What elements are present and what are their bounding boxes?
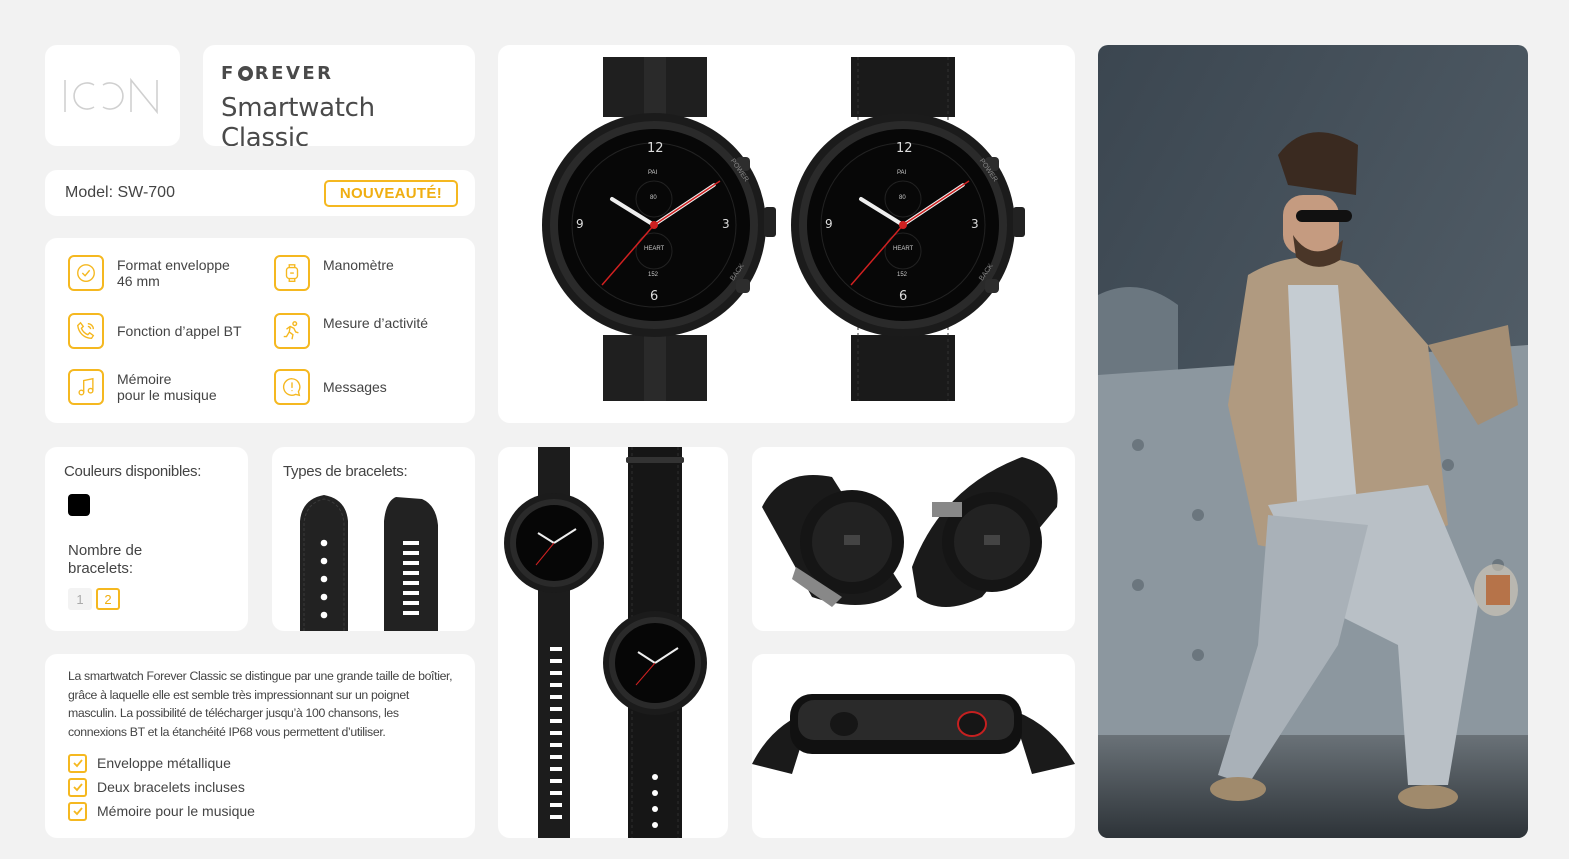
watch-face-label: 6: [650, 289, 659, 304]
check-label: Mémoire pour le musique: [97, 803, 255, 819]
description-card: La smartwatch Forever Classic se disting…: [45, 654, 475, 838]
side-watch-image: [752, 654, 1075, 838]
watch-face-label: 9: [576, 217, 584, 231]
lifestyle-photo: [1098, 45, 1528, 838]
check-item: Deux bracelets incluses: [68, 775, 457, 799]
watch-face-label: 9: [825, 217, 833, 231]
feature-label: Format enveloppe 46 mm: [117, 257, 230, 289]
music-note-icon: [68, 369, 104, 405]
feature-music: Mémoire pour le musique: [68, 369, 217, 405]
strap-types-title: Types de bracelets:: [283, 463, 408, 480]
check-list: Enveloppe métallique Deux bracelets incl…: [68, 751, 457, 823]
watch-face-label: PAI: [897, 170, 907, 176]
watch-check-icon: [68, 255, 104, 291]
brand-o-mark-icon: [237, 65, 253, 81]
feature-activity: Mesure d’activité: [274, 313, 428, 349]
watch-face-label: 152: [648, 272, 659, 278]
feature-label: Messages: [323, 379, 387, 395]
message-icon: [274, 369, 310, 405]
running-icon: [274, 313, 310, 349]
strap-count-option-1[interactable]: 1: [68, 588, 92, 610]
feature-barometer: Manomètre: [274, 255, 394, 291]
watch-gauge-icon: [274, 255, 310, 291]
leather-strap-icon: [300, 495, 348, 631]
checkmark-icon: [68, 777, 87, 797]
watch-face-label: 80: [650, 195, 657, 201]
title-card: F REVER Smartwatch Classic: [203, 45, 475, 146]
watch-face-label: 80: [899, 195, 906, 201]
feature-messages: Messages: [274, 369, 387, 405]
back-watches-image: [752, 447, 1075, 631]
strap-count-options: 1 2: [68, 588, 229, 610]
watch-face-label: HEART: [893, 246, 914, 252]
hanging-watches-image: [498, 447, 728, 838]
hero-watches-image: 12 6 9 3 PAI 80 HEART 152 POWER BACK 12 …: [498, 45, 1075, 423]
check-item: Mémoire pour le musique: [68, 799, 457, 823]
feature-label: Mémoire pour le musique: [117, 371, 217, 403]
silicone-strap-icon: [384, 497, 438, 631]
watch-face-label: 3: [722, 217, 730, 231]
description-text: La smartwatch Forever Classic se disting…: [68, 669, 453, 739]
features-card: Format enveloppe 46 mm Manomètre Fonctio…: [45, 238, 475, 423]
watch-face-label: 12: [647, 141, 664, 156]
watch-face-label: 12: [896, 141, 913, 156]
watch-face-label: 152: [897, 272, 908, 278]
check-label: Enveloppe métallique: [97, 755, 231, 771]
new-badge: NOUVEAUTÉ!: [323, 179, 458, 207]
checkmark-icon: [68, 753, 87, 773]
model-card: Model: SW-700 NOUVEAUTÉ!: [45, 170, 475, 216]
watch-face-label: PAI: [648, 170, 658, 176]
watch-face-label: 3: [971, 217, 979, 231]
feature-label: Mesure d’activité: [323, 315, 429, 331]
color-swatch-black[interactable]: [68, 494, 90, 516]
checkmark-icon: [68, 801, 87, 821]
feature-case-size: Format enveloppe 46 mm: [68, 255, 230, 291]
product-title: Smartwatch Classic: [221, 93, 375, 146]
model-label: Model: SW-700: [65, 184, 175, 201]
colors-card: Couleurs disponibles: Nombre de bracelet…: [45, 447, 248, 631]
feature-label: Fonction d’appel BT: [117, 323, 242, 339]
watch-face-label: HEART: [644, 246, 665, 252]
feature-label: Manomètre: [323, 257, 394, 273]
brand-logo: F REVER: [221, 62, 334, 84]
strap-count-title: Nombre de bracelets:: [68, 542, 143, 577]
colors-title: Couleurs disponibles:: [64, 463, 202, 480]
phone-call-icon: [68, 313, 104, 349]
strap-types-card: Types de bracelets:: [272, 447, 475, 631]
strap-types-image: [300, 495, 438, 631]
check-label: Deux bracelets incluses: [97, 779, 245, 795]
logo-card: [45, 45, 180, 146]
watch-face-label: 6: [899, 289, 908, 304]
check-item: Enveloppe métallique: [68, 751, 457, 775]
icon-logo: [63, 77, 158, 114]
feature-bt-call: Fonction d’appel BT: [68, 313, 242, 349]
strap-count-option-2[interactable]: 2: [96, 588, 120, 610]
